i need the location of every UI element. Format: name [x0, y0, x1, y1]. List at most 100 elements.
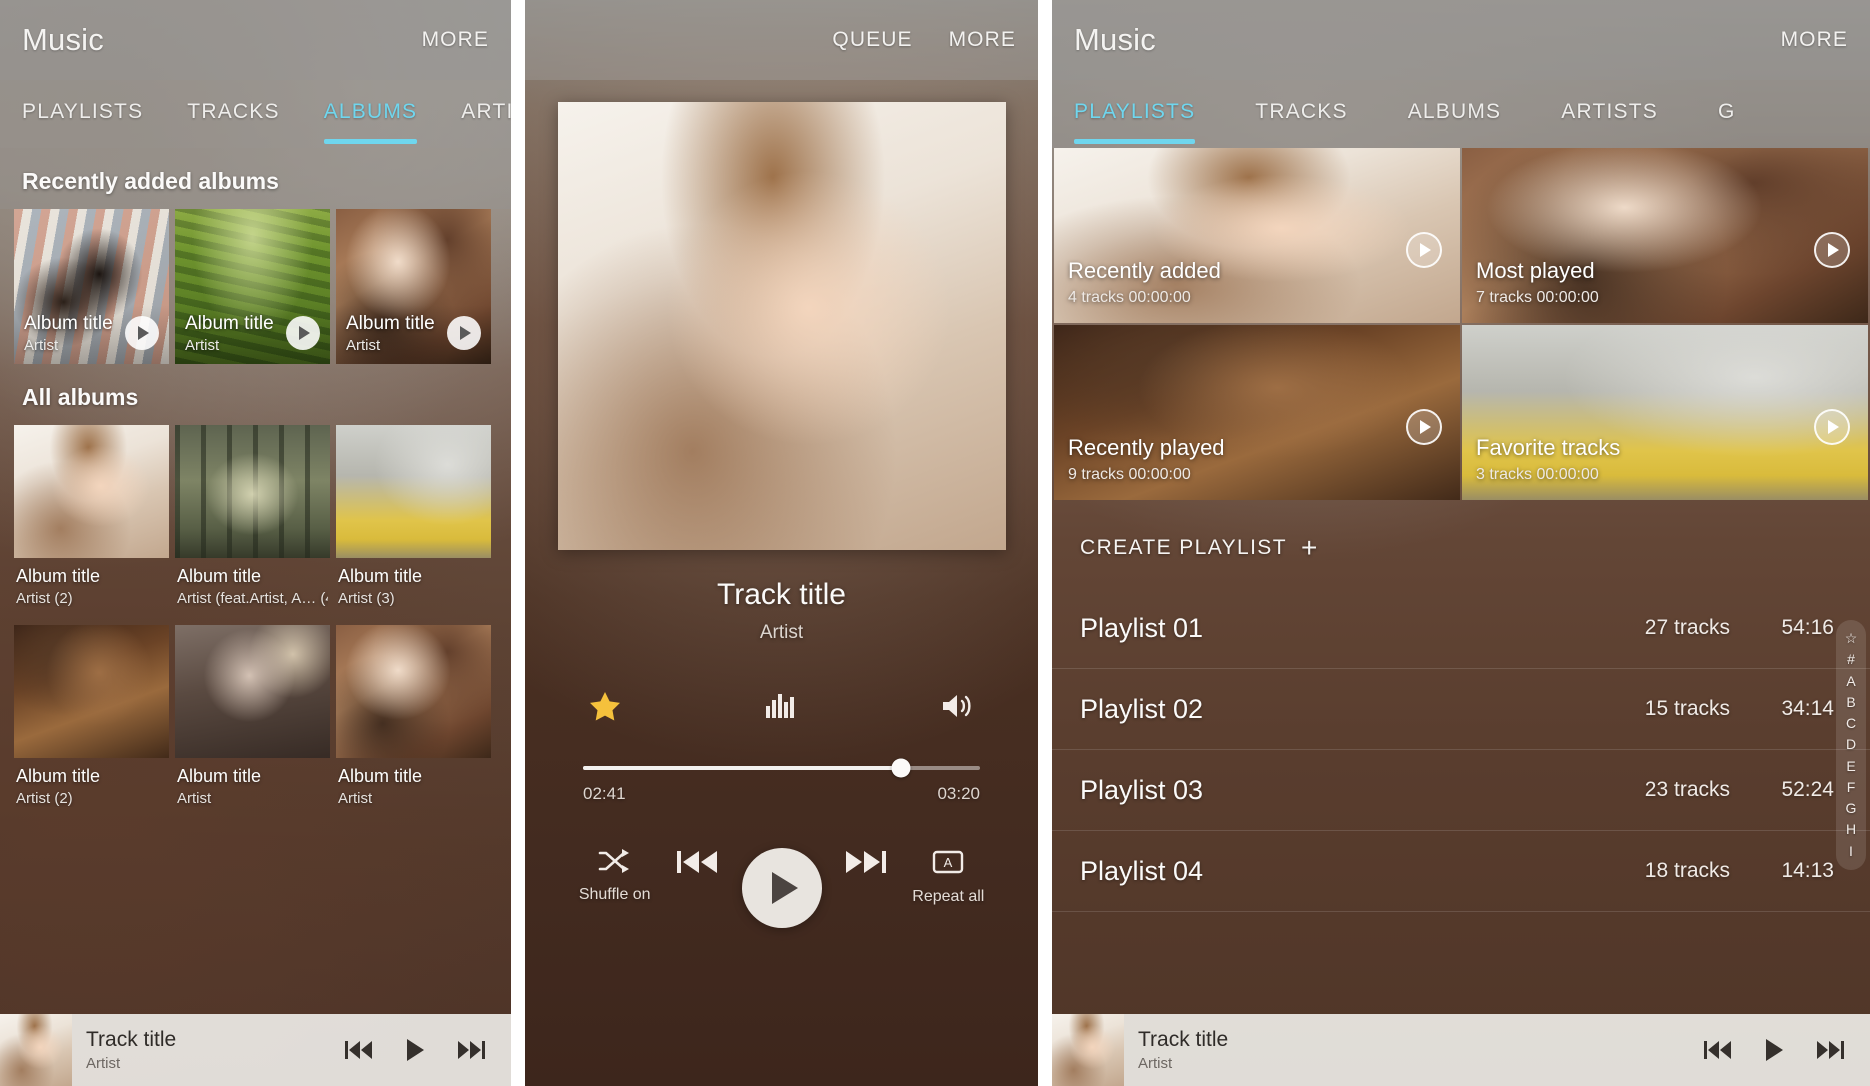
index-letter[interactable]: D — [1846, 734, 1856, 755]
play-button[interactable] — [740, 848, 823, 928]
auto-playlist-card[interactable]: Most played 7 tracks 00:00:00 — [1462, 148, 1868, 323]
album-cell[interactable]: Album title Artist — [175, 625, 330, 819]
shuffle-button[interactable]: Shuffle on — [573, 848, 656, 904]
player-action-bar-right: QUEUE MORE — [832, 28, 1016, 52]
index-letter[interactable]: ☆ — [1845, 628, 1858, 649]
playlist-name: Favorite tracks — [1476, 435, 1621, 460]
play-icon[interactable] — [405, 1038, 425, 1062]
play-icon[interactable] — [286, 316, 320, 350]
more-button[interactable]: MORE — [422, 28, 489, 52]
mini-player-title: Track title — [1138, 1028, 1229, 1052]
auto-playlist-card[interactable]: Favorite tracks 3 tracks 00:00:00 — [1462, 325, 1868, 500]
equalizer-icon[interactable] — [760, 684, 804, 728]
previous-icon[interactable] — [345, 1039, 373, 1061]
playlist-row[interactable]: Playlist 03 23 tracks 52:24 — [1052, 750, 1870, 831]
tab-active-underline — [1074, 139, 1196, 144]
index-letter[interactable]: F — [1847, 777, 1856, 798]
album-title: Album title — [16, 566, 101, 586]
albums-tab-bar: PLAYLISTS TRACKS ALBUMS ARTISTS G — [0, 80, 511, 148]
play-icon[interactable] — [1814, 231, 1850, 268]
album-cell[interactable]: Album title Artist (feat.Artist, A… (4) — [175, 425, 330, 619]
mini-player-title: Track title — [86, 1028, 177, 1052]
volume-icon[interactable] — [936, 684, 980, 728]
next-icon[interactable] — [457, 1039, 485, 1061]
auto-playlist-card[interactable]: Recently played 9 tracks 00:00:00 — [1054, 325, 1460, 500]
playlist-row[interactable]: Playlist 04 18 tracks 14:13 — [1052, 831, 1870, 912]
playlist-track-count: 23 tracks — [1644, 778, 1730, 801]
tab-tracks[interactable]: TRACKS — [187, 100, 279, 128]
all-albums-grid: Album title Artist (2) Album title Artis… — [0, 425, 511, 819]
playlist-row[interactable]: Playlist 01 27 tracks 54:16 — [1052, 588, 1870, 669]
tab-artists[interactable]: ARTISTS — [461, 100, 511, 128]
recently-added-strip[interactable]: Album title Artist Album title Artist Al… — [0, 209, 511, 364]
album-artwork — [14, 425, 169, 558]
playlist-row[interactable]: Playlist 02 15 tracks 34:14 — [1052, 669, 1870, 750]
recently-added-card[interactable]: Album title Artist — [175, 209, 330, 364]
repeat-button[interactable]: A Repeat all — [907, 848, 990, 906]
play-icon[interactable] — [1406, 231, 1442, 268]
playlist-meta: 7 tracks 00:00:00 — [1476, 289, 1599, 306]
album-cell[interactable]: Album title Artist (2) — [14, 425, 169, 619]
play-icon[interactable] — [1814, 408, 1850, 445]
index-letter[interactable]: E — [1846, 756, 1855, 777]
tab-albums[interactable]: ALBUMS — [323, 100, 418, 144]
previous-icon[interactable] — [1704, 1039, 1732, 1061]
album-meta: Album title Artist (3) — [336, 558, 491, 619]
now-playing-artwork[interactable] — [557, 102, 1006, 550]
more-button[interactable]: MORE — [949, 28, 1016, 52]
album-artwork — [175, 625, 330, 758]
tab-tracks[interactable]: TRACKS — [1255, 100, 1347, 128]
tab-albums[interactable]: ALBUMS — [1408, 100, 1502, 128]
playlist-name: Playlist 01 — [1080, 612, 1204, 643]
play-icon[interactable] — [447, 316, 481, 350]
play-icon[interactable] — [741, 848, 822, 928]
playlist-name: Playlist 02 — [1080, 693, 1204, 724]
index-letter[interactable]: A — [1846, 671, 1855, 692]
tab-genres[interactable]: G — [1718, 100, 1736, 128]
screenshot-stage: Music MORE PLAYLISTS TRACKS ALBUMS ARTIS… — [0, 0, 1870, 1086]
album-artwork — [336, 625, 491, 758]
star-icon[interactable] — [583, 684, 627, 728]
tab-artists[interactable]: ARTISTS — [1561, 100, 1658, 128]
index-letter[interactable]: # — [1847, 649, 1855, 670]
playlist-name: Most played — [1476, 258, 1595, 283]
mini-player-controls — [1704, 1038, 1870, 1062]
album-artwork — [14, 625, 169, 758]
queue-button[interactable]: QUEUE — [832, 28, 912, 52]
auto-playlist-card[interactable]: Recently added 4 tracks 00:00:00 — [1054, 148, 1460, 323]
svg-text:A: A — [944, 855, 953, 870]
create-playlist-button[interactable]: CREATE PLAYLIST + — [1052, 500, 1870, 588]
play-icon[interactable] — [125, 316, 159, 350]
play-icon[interactable] — [1764, 1038, 1784, 1062]
album-cell[interactable]: Album title Artist — [336, 625, 491, 819]
next-icon[interactable] — [1816, 1039, 1844, 1061]
mini-player[interactable]: Track title Artist — [1052, 1014, 1870, 1086]
seek-handle[interactable] — [891, 758, 911, 778]
mini-player-text: Track title Artist — [1124, 1028, 1704, 1071]
index-letter[interactable]: G — [1846, 798, 1857, 819]
recently-added-card[interactable]: Album title Artist — [336, 209, 491, 364]
album-cell[interactable]: Album title Artist (2) — [14, 625, 169, 819]
playlist-duration: 14:13 — [1781, 859, 1834, 882]
transport-controls: Shuffle on A Repeat all — [525, 804, 1038, 928]
all-albums-header: All albums — [22, 384, 139, 410]
playlist-meta: 9 tracks 00:00:00 — [1068, 466, 1191, 483]
index-letter[interactable]: C — [1846, 713, 1856, 734]
index-letter[interactable]: I — [1849, 841, 1853, 862]
album-artist: Artist — [338, 790, 373, 807]
previous-button[interactable] — [656, 848, 739, 876]
mini-player[interactable]: Track title Artist — [0, 1014, 511, 1086]
tab-playlists[interactable]: PLAYLISTS — [22, 100, 143, 128]
player-action-bar: QUEUE MORE — [525, 0, 1038, 80]
index-letter[interactable]: B — [1846, 692, 1855, 713]
seek-bar[interactable] — [583, 758, 980, 778]
index-letter[interactable]: H — [1846, 819, 1856, 840]
alphabet-index-scrollbar[interactable]: ☆ # A B C D E F G H I — [1836, 620, 1866, 870]
album-cell[interactable]: Album title Artist (3) — [336, 425, 491, 619]
now-playing-artwork-wrap — [525, 80, 1038, 550]
more-button[interactable]: MORE — [1781, 28, 1848, 52]
tab-playlists[interactable]: PLAYLISTS — [1074, 100, 1196, 144]
recently-added-card[interactable]: Album title Artist — [14, 209, 169, 364]
play-icon[interactable] — [1406, 408, 1442, 445]
next-button[interactable] — [823, 848, 906, 876]
